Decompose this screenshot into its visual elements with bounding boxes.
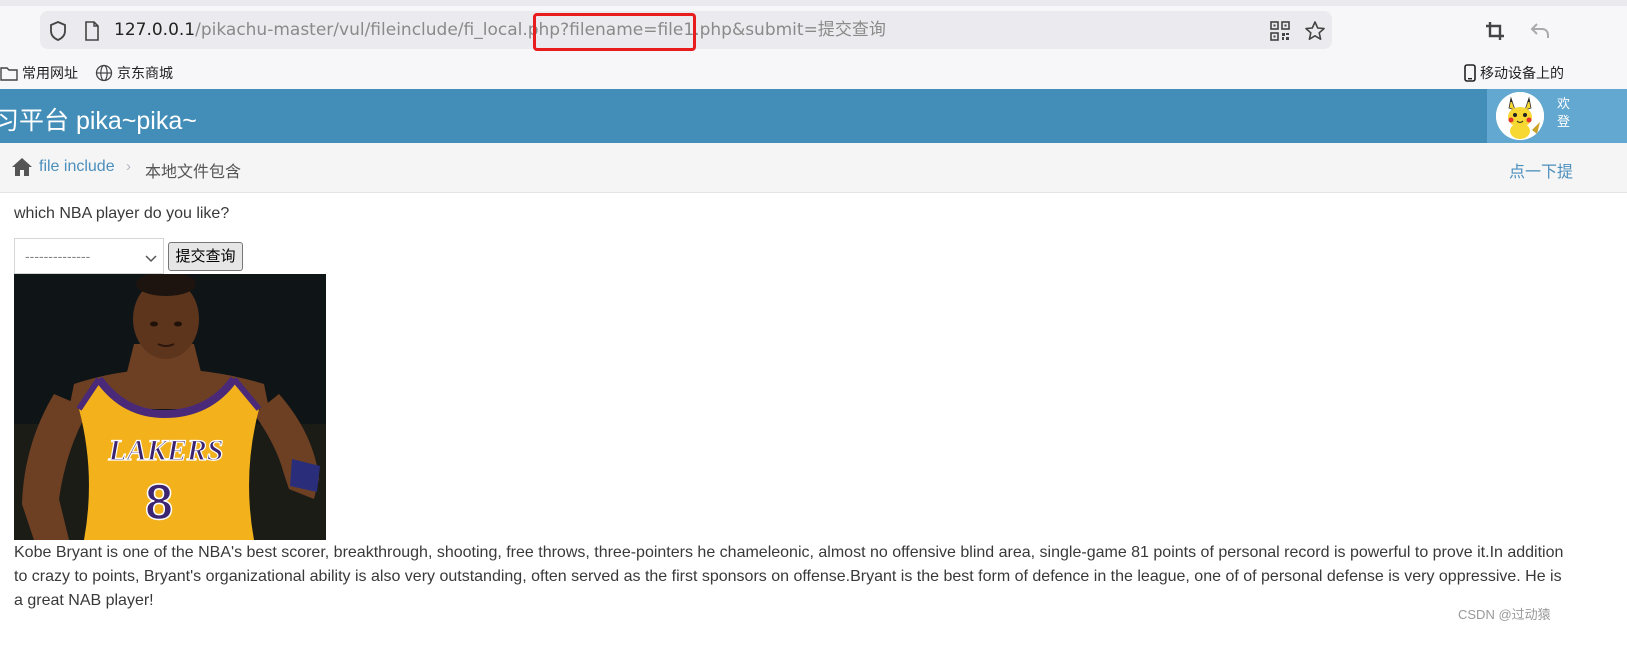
submit-button[interactable]: 提交查询 <box>168 242 243 271</box>
bookmarks-bar: 常用网址 京东商城 移动设备上的 <box>0 60 1627 88</box>
folder-icon <box>0 67 18 81</box>
welcome-line-2: 登 <box>1557 115 1571 130</box>
hint-link[interactable]: 点一下提 <box>1509 158 1573 182</box>
url-path: /pikachu-master/vul/fileinclude/fi_local… <box>195 20 561 40</box>
breadcrumb-separator-icon: › <box>126 158 131 175</box>
phone-icon <box>1464 64 1476 82</box>
breadcrumb-link-file-include[interactable]: file include <box>39 158 115 176</box>
tab-strip <box>0 0 1627 6</box>
user-menu[interactable]: 欢 登 <box>1487 89 1627 143</box>
jersey-number-text: 8 <box>145 474 173 530</box>
bookmark-jd[interactable]: 京东商城 <box>95 63 173 83</box>
app-header: 习平台 pika~pika~ 欢 登 <box>0 89 1627 143</box>
home-icon[interactable] <box>11 157 33 182</box>
avatar <box>1496 92 1544 140</box>
select-value: -------------- <box>25 248 91 264</box>
chevron-down-icon <box>145 250 157 266</box>
bookmark-mobile[interactable]: 移动设备上的 <box>1464 63 1564 83</box>
url-host: 127.0.0.1 <box>114 20 196 40</box>
breadcrumb-current: 本地文件包含 <box>145 164 242 181</box>
bookmark-label: 移动设备上的 <box>1480 66 1564 82</box>
jersey-lakers-text: LAKERS <box>107 434 223 467</box>
welcome-text: 欢 登 <box>1557 96 1570 132</box>
globe-icon <box>95 64 113 82</box>
browser-chrome: 127.0.0.1/pikachu-master/vul/fileinclude… <box>0 0 1627 89</box>
bookmark-label: 常用网址 <box>22 66 78 82</box>
page-icon <box>84 21 100 45</box>
player-image: LAKERS 8 <box>14 274 326 540</box>
bookmark-label: 京东商城 <box>117 66 173 82</box>
question-text: which NBA player do you like? <box>14 205 230 222</box>
url-text[interactable]: 127.0.0.1/pikachu-master/vul/fileinclude… <box>114 19 886 41</box>
app-title[interactable]: 习平台 pika~pika~ <box>0 101 197 137</box>
welcome-line-1: 欢 <box>1557 97 1571 112</box>
shield-icon[interactable] <box>48 20 68 46</box>
player-description: Kobe Bryant is one of the NBA's best sco… <box>14 544 1564 609</box>
watermark: CSDN @过动猿 <box>1458 607 1551 622</box>
bookmark-common-sites[interactable]: 常用网址 <box>0 63 78 83</box>
crop-icon[interactable] <box>1484 20 1506 46</box>
player-select[interactable]: -------------- <box>14 238 164 274</box>
back-icon[interactable] <box>1529 20 1551 46</box>
url-highlight-box <box>533 13 696 51</box>
star-icon[interactable] <box>1304 20 1326 46</box>
breadcrumb: file include › 本地文件包含 点一下提 <box>0 143 1627 193</box>
qr-code-icon[interactable] <box>1270 21 1290 45</box>
